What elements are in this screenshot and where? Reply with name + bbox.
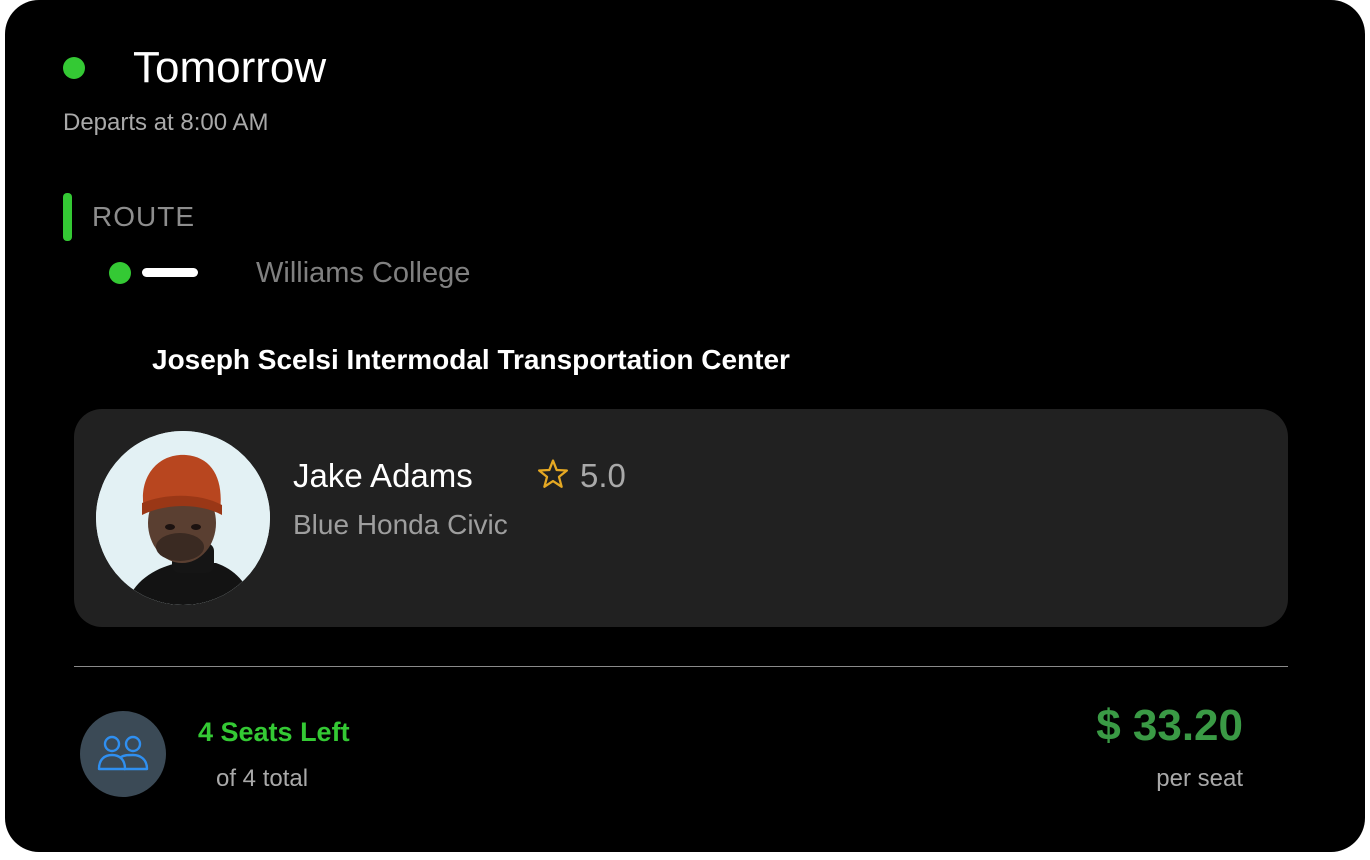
driver-rating: 5.0 [580,457,626,494]
seats-left: 4 Seats Left [198,717,350,747]
driver-name: Jake Adams [293,457,473,494]
route-label: ROUTE [92,201,195,232]
route-line [142,268,198,277]
driver-car: Blue Honda Civic [293,509,508,540]
seats-badge [80,711,166,797]
divider [74,666,1288,667]
driver-card[interactable]: Jake Adams 5.0 Blue Honda Civic [74,409,1288,627]
destination-name: Joseph Scelsi Intermodal Transportation … [152,344,790,375]
driver-photo [96,431,270,605]
price-unit: per seat [1156,765,1243,792]
driver-avatar[interactable] [96,431,270,605]
users-icon [97,735,149,771]
ride-card[interactable]: Tomorrow Departs at 8:00 AM ROUTE Willia… [5,0,1365,852]
price: $ 33.20 [1096,701,1243,750]
departure-day: Tomorrow [133,43,327,92]
departure-time: Departs at 8:00 AM [63,109,269,136]
seats-total: of 4 total [216,765,309,792]
status-dot [63,57,85,79]
route-section-bar [63,193,72,241]
origin-name: Williams College [256,257,471,289]
star-icon [537,459,569,488]
origin-dot [109,262,131,284]
